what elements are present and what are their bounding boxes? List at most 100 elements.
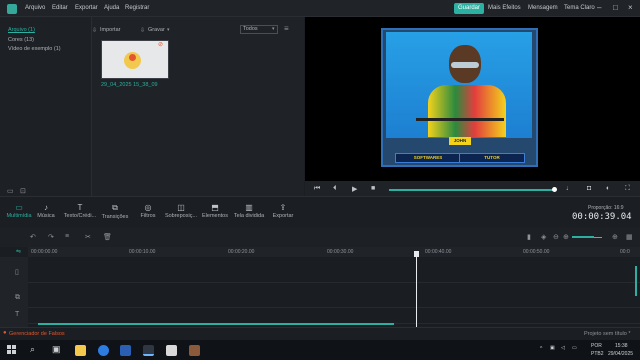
- more-effects-button[interactable]: Mais Efeitos: [488, 5, 521, 11]
- tool-split-screen-label: Tela dividida: [233, 213, 265, 219]
- tool-multimedia-label: Multimídia: [6, 213, 32, 219]
- tool-elements[interactable]: ⬒ Elementos: [198, 203, 232, 219]
- search-icon[interactable]: ⌕: [30, 344, 35, 355]
- close-icon[interactable]: ×: [628, 3, 633, 12]
- microphone-arm: [416, 118, 504, 121]
- battery-icon[interactable]: ▭: [572, 345, 577, 351]
- split-screen-icon: ▥: [245, 203, 253, 212]
- delete-folder-icon[interactable]: ⊡: [20, 187, 26, 195]
- list-view-icon[interactable]: ≡: [284, 24, 289, 33]
- keyboard-layout[interactable]: PTB2: [591, 351, 604, 357]
- library-nav: [0, 17, 92, 196]
- status-message[interactable]: Gerenciador de Falsos: [9, 331, 65, 337]
- menu-exportar[interactable]: Exportar: [75, 5, 98, 11]
- new-folder-icon[interactable]: ▭: [7, 187, 14, 195]
- media-taskbar-icon[interactable]: [189, 345, 200, 356]
- tool-text[interactable]: T Texto/Crédi...: [63, 203, 97, 219]
- import-button[interactable]: Importar: [100, 27, 120, 33]
- minimize-icon[interactable]: –: [597, 3, 601, 12]
- keyboard-lang[interactable]: POR: [591, 343, 602, 349]
- nav-item-cores[interactable]: Cores (13): [8, 37, 34, 43]
- filmora-taskbar-icon[interactable]: [143, 345, 154, 356]
- playhead-handle[interactable]: [414, 251, 419, 257]
- playhead-line[interactable]: [416, 254, 417, 327]
- file-explorer-icon[interactable]: [75, 345, 86, 356]
- tool-music-label: Música: [37, 213, 55, 219]
- maximize-icon[interactable]: □: [613, 3, 618, 12]
- proportion-label[interactable]: Proporção: 16:9: [588, 205, 624, 211]
- delete-icon[interactable]: 🗑: [103, 233, 112, 241]
- menu-ajuda[interactable]: Ajuda: [104, 5, 119, 11]
- video-track-lane[interactable]: [28, 259, 640, 283]
- person-body: [428, 85, 506, 137]
- windows-start-icon[interactable]: [7, 345, 17, 355]
- text-track-lane[interactable]: [28, 308, 640, 324]
- elements-icon: ⬒: [211, 203, 219, 212]
- nav-item-sample-video[interactable]: Vídeo de exemplo (1): [8, 46, 61, 52]
- tool-overlays[interactable]: ◫ Sobreposiç...: [164, 203, 198, 219]
- app-taskbar-icon[interactable]: [166, 345, 177, 356]
- task-view-icon[interactable]: ▣: [52, 344, 61, 355]
- nav-item-arquivo[interactable]: Arquivo (1): [8, 27, 35, 33]
- tool-transitions[interactable]: ⧉ Transições: [98, 203, 132, 220]
- record-icon[interactable]: ⇩: [140, 27, 145, 34]
- snapshot-icon[interactable]: ◘: [587, 185, 591, 192]
- snap-icon[interactable]: ⇋: [16, 248, 21, 255]
- overlay-pill-right: TUTOR: [459, 153, 525, 163]
- record-button[interactable]: Gravar: [148, 27, 165, 33]
- settings-icon[interactable]: ≡: [65, 233, 69, 240]
- bluetooth-icon[interactable]: [98, 345, 109, 356]
- vertical-scrollbar[interactable]: [635, 266, 637, 296]
- tool-music[interactable]: ♪ Música: [29, 203, 63, 219]
- zoom-in-icon[interactable]: ⊕: [563, 233, 569, 241]
- marker-icon[interactable]: ◈: [541, 233, 546, 241]
- redo-icon[interactable]: ↷: [48, 233, 54, 241]
- record-chevron-icon[interactable]: ▾: [167, 27, 170, 33]
- track-headers: [0, 257, 28, 327]
- name-tag: JOHN: [449, 137, 471, 145]
- stop-icon[interactable]: ■: [371, 185, 375, 192]
- messages-button[interactable]: Mensagem: [528, 5, 558, 11]
- light-theme-button[interactable]: Tema Claro: [564, 5, 595, 11]
- microphone-icon[interactable]: ♩: [566, 185, 573, 192]
- ruler-tick: 00:00:30.00: [327, 249, 354, 255]
- play-icon[interactable]: ▶: [352, 185, 357, 193]
- menu-editar[interactable]: Editar: [52, 5, 68, 11]
- music-icon: ♪: [44, 203, 48, 212]
- chevron-down-icon[interactable]: ▾: [272, 26, 275, 32]
- clock-time[interactable]: 15:38: [615, 343, 628, 349]
- word-icon[interactable]: [120, 345, 131, 356]
- overlay-track-lane[interactable]: [28, 284, 640, 308]
- tool-export[interactable]: ⇪ Exportar: [266, 203, 300, 219]
- tool-filters[interactable]: ◎ Filtros: [131, 203, 165, 219]
- tray-chevron-icon[interactable]: ^: [540, 346, 542, 352]
- undo-icon[interactable]: ↶: [30, 233, 36, 241]
- filters-icon: ◎: [144, 203, 152, 212]
- zoom-out-icon[interactable]: ⊖: [553, 233, 559, 241]
- network-icon[interactable]: ▣: [550, 345, 555, 351]
- fit-timeline-icon[interactable]: ▦: [626, 233, 633, 241]
- zoom-plus-icon[interactable]: ⊕: [612, 233, 618, 241]
- tool-split-screen[interactable]: ▥ Tela dividida: [232, 203, 266, 219]
- fullscreen-icon[interactable]: ⛶: [625, 185, 630, 193]
- text-track-icon: T: [15, 311, 20, 318]
- audio-meter-icon[interactable]: ▮: [527, 233, 531, 241]
- previous-frame-icon[interactable]: ⏮: [314, 185, 320, 193]
- import-icon[interactable]: ⇩: [92, 27, 97, 34]
- menu-registrar[interactable]: Registrar: [125, 5, 149, 11]
- zoom-slider-fill[interactable]: [572, 236, 594, 238]
- playback-knob[interactable]: [552, 187, 557, 192]
- step-back-icon[interactable]: ⏴: [333, 185, 337, 193]
- tool-elements-label: Elementos: [202, 213, 228, 219]
- playback-progress[interactable]: [389, 189, 555, 191]
- volume-tray-icon[interactable]: ◁: [561, 345, 565, 351]
- save-button[interactable]: Guardar: [454, 3, 484, 14]
- person-glasses: [451, 62, 479, 68]
- menu-arquivo[interactable]: Arquivo: [25, 5, 45, 11]
- cut-icon[interactable]: ✂: [85, 233, 91, 241]
- clock-date[interactable]: 29/04/2025: [608, 351, 633, 357]
- volume-icon[interactable]: ◐: [606, 185, 610, 192]
- horizontal-scrollbar[interactable]: [38, 323, 394, 325]
- audio-off-icon: ⊘: [158, 42, 164, 48]
- ruler-tick: 00:00:50.00: [523, 249, 550, 255]
